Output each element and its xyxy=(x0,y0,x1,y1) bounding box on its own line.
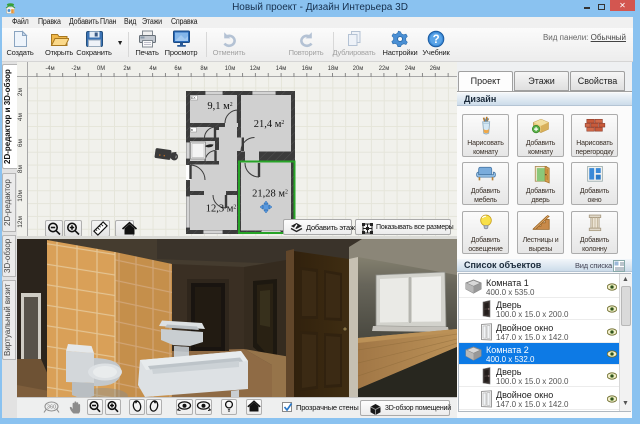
svg-text:9,1 м2: 9,1 м2 xyxy=(207,101,232,112)
svg-text:21,28 м2: 21,28 м2 xyxy=(252,189,288,200)
svg-text:360: 360 xyxy=(47,405,56,411)
svg-text:БХ: БХ xyxy=(191,96,196,100)
svg-text:?: ? xyxy=(433,34,440,46)
svg-text:21,4 м2: 21,4 м2 xyxy=(254,119,285,130)
svg-text:12,3 м2: 12,3 м2 xyxy=(206,204,237,215)
svg-text:в: в xyxy=(191,128,193,132)
